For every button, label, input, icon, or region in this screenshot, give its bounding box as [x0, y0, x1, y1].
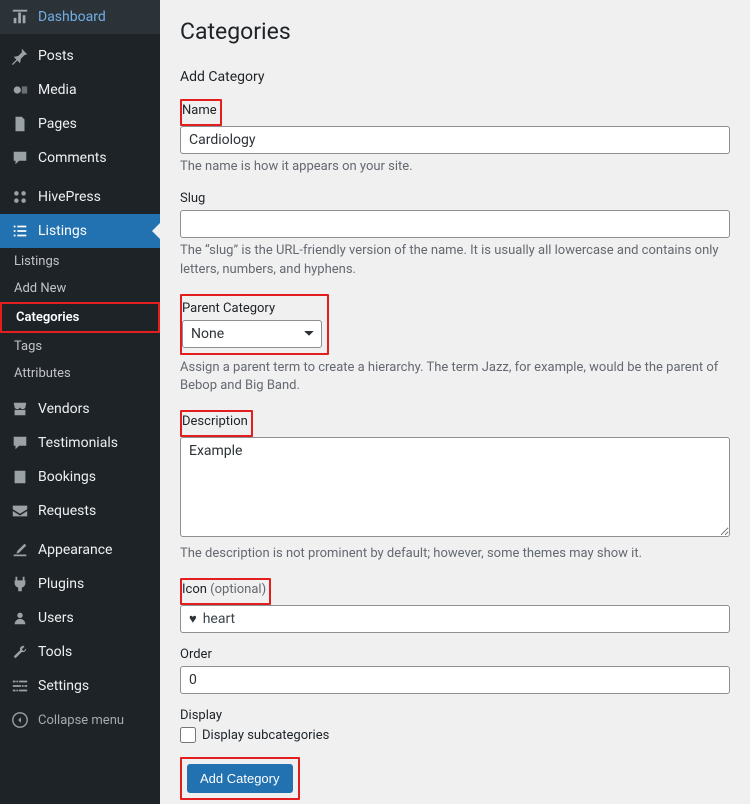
- plugins-icon: [10, 575, 30, 593]
- media-icon: [10, 81, 30, 99]
- admin-sidebar: Dashboard Posts Media Pages Comments Hiv…: [0, 0, 160, 804]
- page-title: Categories: [180, 18, 730, 45]
- sidebar-item-requests[interactable]: Requests: [0, 494, 160, 528]
- sidebar-item-label: Testimonials: [38, 435, 118, 451]
- sidebar-item-users[interactable]: Users: [0, 601, 160, 635]
- sidebar-item-label: Dashboard: [38, 9, 106, 25]
- bookings-icon: [10, 468, 30, 486]
- sidebar-item-label: Users: [38, 610, 74, 626]
- name-desc: The name is how it appears on your site.: [180, 158, 730, 177]
- subnav-item-listings[interactable]: Listings: [0, 248, 160, 275]
- slug-label: Slug: [180, 191, 730, 206]
- sidebar-item-dashboard[interactable]: Dashboard: [0, 0, 160, 34]
- sidebar-item-bookings[interactable]: Bookings: [0, 460, 160, 494]
- subnav-item-tags[interactable]: Tags: [0, 333, 160, 360]
- field-name: Name The name is how it appears on your …: [180, 99, 730, 177]
- sidebar-item-label: Appearance: [38, 542, 112, 558]
- collapse-menu[interactable]: Collapse menu: [0, 703, 160, 737]
- name-input[interactable]: [180, 126, 730, 154]
- sidebar-item-appearance[interactable]: Appearance: [0, 533, 160, 567]
- sidebar-item-label: Comments: [38, 150, 107, 166]
- field-display: Display Display subcategories: [180, 708, 730, 743]
- slug-desc: The “slug” is the URL-friendly version o…: [180, 242, 730, 280]
- main-content: Categories Add Category Name The name is…: [160, 0, 750, 804]
- field-description: Description Example The description is n…: [180, 410, 730, 564]
- description-label: Description: [182, 414, 248, 429]
- sidebar-item-label: Posts: [38, 48, 74, 64]
- sidebar-item-hivepress[interactable]: HivePress: [0, 180, 160, 214]
- order-label: Order: [180, 647, 730, 662]
- requests-icon: [10, 502, 30, 520]
- field-icon: Icon (optional) ♥ heart: [180, 578, 730, 633]
- sidebar-item-label: Media: [38, 82, 77, 98]
- parent-select[interactable]: None: [182, 320, 322, 348]
- sidebar-item-settings[interactable]: Settings: [0, 669, 160, 703]
- field-slug: Slug The “slug” is the URL-friendly vers…: [180, 191, 730, 280]
- name-label: Name: [182, 103, 217, 118]
- add-category-button[interactable]: Add Category: [187, 764, 293, 793]
- sidebar-item-posts[interactable]: Posts: [0, 39, 160, 73]
- pages-icon: [10, 115, 30, 133]
- sidebar-item-label: Bookings: [38, 469, 96, 485]
- parent-desc: Assign a parent term to create a hierarc…: [180, 359, 730, 397]
- field-parent: Parent Category None Assign a parent ter…: [180, 294, 730, 397]
- section-title: Add Category: [180, 69, 730, 85]
- sidebar-item-label: Requests: [38, 503, 96, 519]
- appearance-icon: [10, 541, 30, 559]
- icon-picker[interactable]: ♥ heart: [180, 605, 730, 633]
- collapse-label: Collapse menu: [38, 713, 124, 728]
- icon-label: Icon (optional): [182, 582, 266, 597]
- sidebar-item-media[interactable]: Media: [0, 73, 160, 107]
- hivepress-icon: [10, 188, 30, 206]
- pin-icon: [10, 47, 30, 65]
- display-subcategories-label: Display subcategories: [202, 728, 329, 743]
- vendors-icon: [10, 400, 30, 418]
- tools-icon: [10, 643, 30, 661]
- order-input[interactable]: [180, 666, 730, 694]
- parent-label: Parent Category: [182, 301, 322, 316]
- sidebar-item-label: Settings: [38, 678, 89, 694]
- sidebar-item-tools[interactable]: Tools: [0, 635, 160, 669]
- sidebar-item-label: Vendors: [38, 401, 90, 417]
- field-order: Order: [180, 647, 730, 694]
- display-label: Display: [180, 708, 730, 723]
- heart-icon: ♥: [189, 611, 197, 627]
- users-icon: [10, 609, 30, 627]
- sidebar-item-label: HivePress: [38, 189, 101, 205]
- icon-value: heart: [203, 611, 235, 627]
- sidebar-item-pages[interactable]: Pages: [0, 107, 160, 141]
- sidebar-item-comments[interactable]: Comments: [0, 141, 160, 175]
- dashboard-icon: [10, 8, 30, 26]
- comments-icon: [10, 149, 30, 167]
- subnav-item-add-new[interactable]: Add New: [0, 275, 160, 302]
- slug-input[interactable]: [180, 210, 730, 238]
- sidebar-item-testimonials[interactable]: Testimonials: [0, 426, 160, 460]
- sidebar-item-vendors[interactable]: Vendors: [0, 392, 160, 426]
- sidebar-item-label: Pages: [38, 116, 77, 132]
- listings-icon: [10, 222, 30, 240]
- sidebar-item-label: Plugins: [38, 576, 84, 592]
- subnav: Listings Add New Categories Tags Attribu…: [0, 248, 160, 387]
- sidebar-item-label: Tools: [38, 644, 72, 660]
- sidebar-item-listings[interactable]: Listings: [0, 214, 160, 248]
- settings-icon: [10, 677, 30, 695]
- collapse-icon: [10, 711, 30, 729]
- description-desc: The description is not prominent by defa…: [180, 545, 730, 564]
- subnav-item-attributes[interactable]: Attributes: [0, 360, 160, 387]
- description-textarea[interactable]: Example: [180, 437, 730, 537]
- subnav-item-categories[interactable]: Categories: [2, 304, 158, 331]
- testimonials-icon: [10, 434, 30, 452]
- sidebar-item-plugins[interactable]: Plugins: [0, 567, 160, 601]
- display-subcategories-checkbox[interactable]: [180, 727, 196, 743]
- sidebar-item-label: Listings: [38, 223, 87, 239]
